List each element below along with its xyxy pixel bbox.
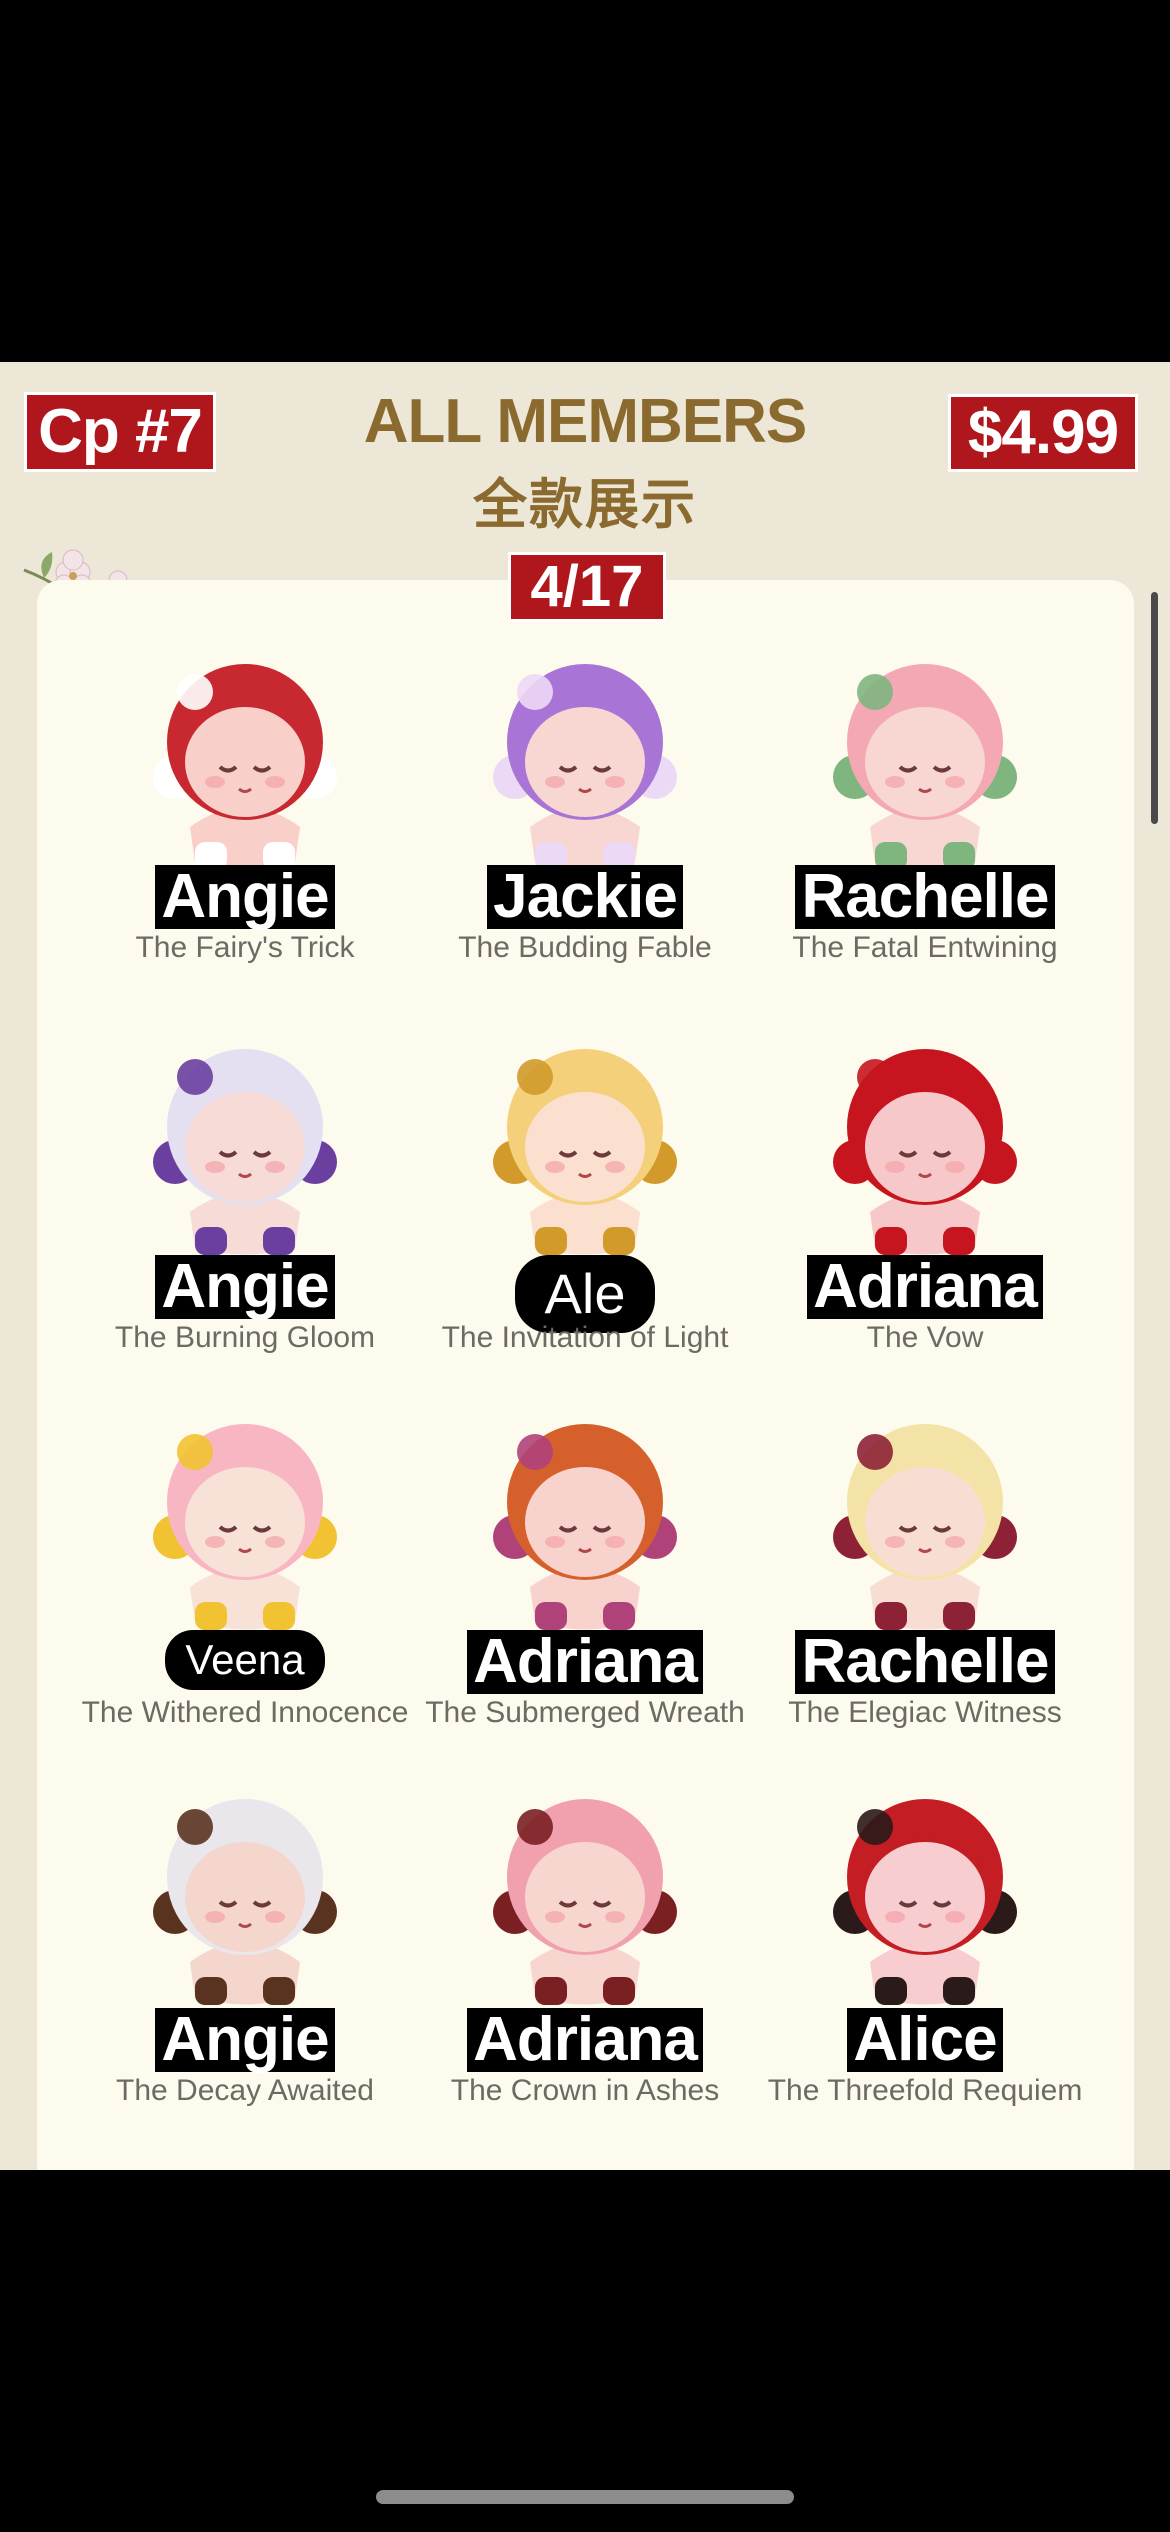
figure-item[interactable]: Jackie The Budding Fable xyxy=(415,637,755,997)
figure-subtitle: The Decay Awaited xyxy=(116,2074,374,2107)
figure-item[interactable]: Rachelle The Fatal Entwining xyxy=(755,637,1095,997)
scrollbar[interactable] xyxy=(1151,592,1158,824)
figure-image xyxy=(833,1799,1017,2005)
figure-name-label: Rachelle xyxy=(755,865,1095,929)
figure-item[interactable]: Adriana The Submerged Wreath xyxy=(415,1397,755,1757)
figure-subtitle: The Budding Fable xyxy=(458,931,712,964)
figure-name-label: Veena xyxy=(75,1630,415,1690)
top-black-bar xyxy=(0,0,1170,362)
figure-image xyxy=(153,1049,337,1255)
figure-item[interactable]: Angie The Fairy's Trick xyxy=(75,637,415,997)
figure-name-label: Angie xyxy=(75,1255,415,1319)
figure-name-label: Angie xyxy=(75,865,415,929)
figure-name-label: Jackie xyxy=(415,865,755,929)
figure-subtitle: The Invitation of Light xyxy=(441,1321,729,1354)
figure-name-label: Rachelle xyxy=(755,1630,1095,1694)
page-title-chinese: 全款展示 xyxy=(473,475,697,535)
figure-name-label: Angie xyxy=(75,2008,415,2072)
figure-subtitle: The Crown in Ashes xyxy=(450,2074,720,2107)
product-panel: Cp #7 $4.99 ALL MEMBERS 全款展示 4/17 Angie T… xyxy=(0,362,1170,2170)
bottom-black-bar xyxy=(0,2170,1170,2532)
figure-item[interactable]: Veena The Withered Innocence xyxy=(75,1397,415,1757)
figure-name-label: Adriana xyxy=(415,2008,755,2072)
figure-image xyxy=(153,1424,337,1630)
figure-name-label: Adriana xyxy=(415,1630,755,1694)
figure-image xyxy=(493,1424,677,1630)
figure-subtitle: The Threefold Requiem xyxy=(767,2074,1083,2107)
figure-subtitle: The Withered Innocence xyxy=(81,1696,409,1729)
figure-item[interactable]: Ale The Invitation of Light xyxy=(415,1022,755,1382)
figure-subtitle: The Vow xyxy=(866,1321,984,1354)
figure-subtitle: The Fatal Entwining xyxy=(792,931,1058,964)
figure-item[interactable]: Rachelle The Elegiac Witness xyxy=(755,1397,1095,1757)
figure-item[interactable]: Adriana The Crown in Ashes xyxy=(415,1772,755,2132)
figure-item[interactable]: Angie The Decay Awaited xyxy=(75,1772,415,2132)
figure-item[interactable]: Adriana The Vow xyxy=(755,1022,1095,1382)
figure-image xyxy=(493,1799,677,2005)
figure-image xyxy=(153,1799,337,2005)
figure-subtitle: The Elegiac Witness xyxy=(788,1696,1062,1729)
figure-image xyxy=(493,1049,677,1255)
figure-subtitle: The Fairy's Trick xyxy=(135,931,355,964)
figure-image xyxy=(833,1424,1017,1630)
figure-item[interactable]: Alice The Threefold Requiem xyxy=(755,1772,1095,2132)
page-indicator: 4/17 xyxy=(508,552,666,622)
figure-subtitle: The Submerged Wreath xyxy=(425,1696,745,1729)
figure-subtitle: The Burning Gloom xyxy=(114,1321,376,1354)
figure-image xyxy=(493,664,677,870)
figure-item[interactable]: Angie The Burning Gloom xyxy=(75,1022,415,1382)
figure-image xyxy=(833,1049,1017,1255)
figure-name-label: Adriana xyxy=(755,1255,1095,1319)
home-indicator[interactable] xyxy=(376,2490,794,2504)
figure-image xyxy=(153,664,337,870)
page-title: ALL MEMBERS xyxy=(363,387,808,456)
figure-name-label: Alice xyxy=(755,2008,1095,2072)
figure-image xyxy=(833,664,1017,870)
